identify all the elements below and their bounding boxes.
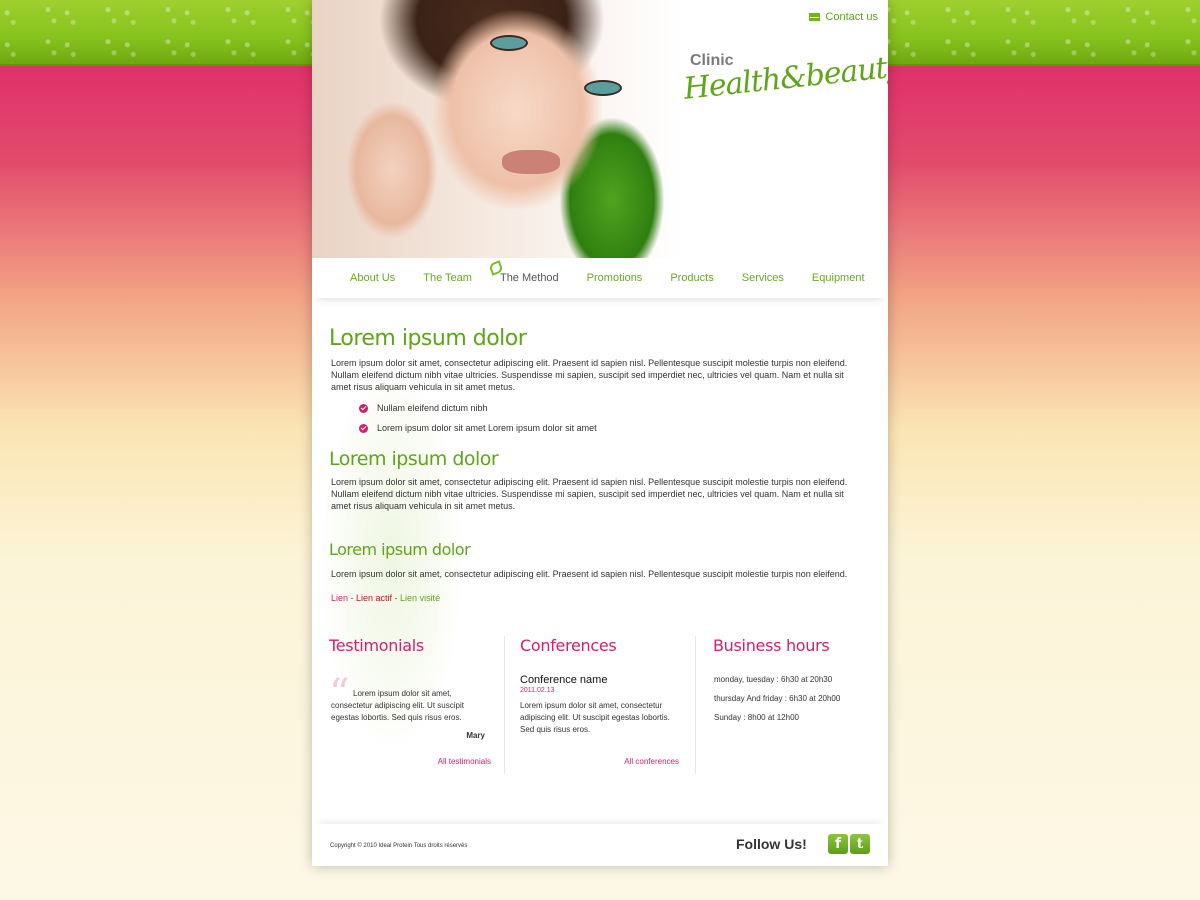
nav-item-services[interactable]: Services xyxy=(742,272,784,284)
page-container: Contact us Clinic Health&beauty About Us… xyxy=(312,0,888,866)
facebook-icon[interactable]: f xyxy=(828,834,848,854)
testimonial-quote: Lorem ipsum dolor sit amet, consectetur … xyxy=(331,689,464,722)
hero-eye xyxy=(584,80,622,96)
contact-label: Contact us xyxy=(825,11,878,23)
link-active[interactable]: Lien actif xyxy=(356,593,392,603)
link-visited[interactable]: Lien visité xyxy=(400,593,440,603)
check-icon xyxy=(359,423,368,433)
logo[interactable]: Clinic Health&beauty xyxy=(682,49,888,122)
business-hours-column: Business hours monday, tuesday : 6h30 at… xyxy=(713,636,873,776)
info-columns: Testimonials “ Lorem ipsum dolor sit ame… xyxy=(312,636,888,776)
footer: Copyright © 2010 Ideal Protein Tous droi… xyxy=(312,824,888,866)
nav-item-products[interactable]: Products xyxy=(670,272,713,284)
column-divider xyxy=(695,636,696,774)
hours-line: thursday And friday : 6h30 at 20h00 xyxy=(714,694,841,703)
section-title: Lorem ipsum dolor xyxy=(329,448,499,470)
testimonial-author: Mary xyxy=(466,731,485,740)
hero-image xyxy=(312,0,682,258)
all-testimonials-link[interactable]: All testimonials xyxy=(438,757,491,766)
conference-date: 2011.02.13 xyxy=(520,687,555,694)
conference-name[interactable]: Conference name xyxy=(520,674,690,686)
section-text: Lorem ipsum dolor sit amet, consectetur … xyxy=(331,569,848,579)
section-title: Lorem ipsum dolor xyxy=(329,540,471,559)
mail-icon xyxy=(809,13,821,21)
check-icon xyxy=(359,403,368,413)
conference-text: Lorem ipsum dolor sit amet, consectetur … xyxy=(520,701,670,734)
column-divider xyxy=(504,636,505,774)
conferences-title: Conferences xyxy=(520,636,617,655)
section-text: Lorem ipsum dolor sit amet, consectetur … xyxy=(331,358,848,392)
hours-line: monday, tuesday : 6h30 at 20h30 xyxy=(714,675,833,684)
list-item-text: Nullam eleifend dictum nibh xyxy=(377,403,488,413)
nav-item-the-method[interactable]: The Method xyxy=(500,272,559,284)
all-conferences-link[interactable]: All conferences xyxy=(624,757,679,766)
link-normal[interactable]: Lien xyxy=(331,593,348,603)
link-examples: Lien - Lien actif - Lien visité xyxy=(331,593,854,603)
nav-item-the-team[interactable]: The Team xyxy=(423,272,472,284)
link-separator: - xyxy=(392,593,401,603)
list-item: Lorem ipsum dolor sit amet Lorem ipsum d… xyxy=(359,423,854,433)
hours-line: Sunday : 8h00 at 12h00 xyxy=(714,713,799,722)
nav-item-about-us[interactable]: About Us xyxy=(350,272,395,284)
main-content: Lorem ipsum dolor Lorem ipsum dolor sit … xyxy=(329,326,854,603)
link-separator: - xyxy=(348,593,357,603)
hero-eye xyxy=(490,35,528,51)
main-nav: About Us The Team The Method Promotions … xyxy=(312,258,888,298)
conferences-column: Conferences Conference name 2011.02.13 L… xyxy=(520,636,690,776)
header: Contact us Clinic Health&beauty xyxy=(312,0,888,258)
testimonials-title: Testimonials xyxy=(329,636,424,655)
contact-link[interactable]: Contact us xyxy=(809,11,878,23)
list-item: Nullam eleifend dictum nibh xyxy=(359,403,854,413)
nav-item-promotions[interactable]: Promotions xyxy=(587,272,643,284)
bullet-list: Nullam eleifend dictum nibh Lorem ipsum … xyxy=(359,403,854,433)
nav-item-equipment[interactable]: Equipment xyxy=(812,272,865,284)
business-hours-title: Business hours xyxy=(713,636,830,655)
section-text: Lorem ipsum dolor sit amet, consectetur … xyxy=(331,477,848,511)
copyright-text: Copyright © 2010 Ideal Protein Tous droi… xyxy=(330,843,468,849)
hero-lips xyxy=(502,150,560,174)
twitter-icon[interactable]: t xyxy=(850,834,870,854)
follow-us-label: Follow Us! xyxy=(736,836,807,852)
section-title: Lorem ipsum dolor xyxy=(329,326,527,351)
testimonials-column: Testimonials “ Lorem ipsum dolor sit ame… xyxy=(329,636,499,776)
list-item-text: Lorem ipsum dolor sit amet Lorem ipsum d… xyxy=(377,423,597,433)
